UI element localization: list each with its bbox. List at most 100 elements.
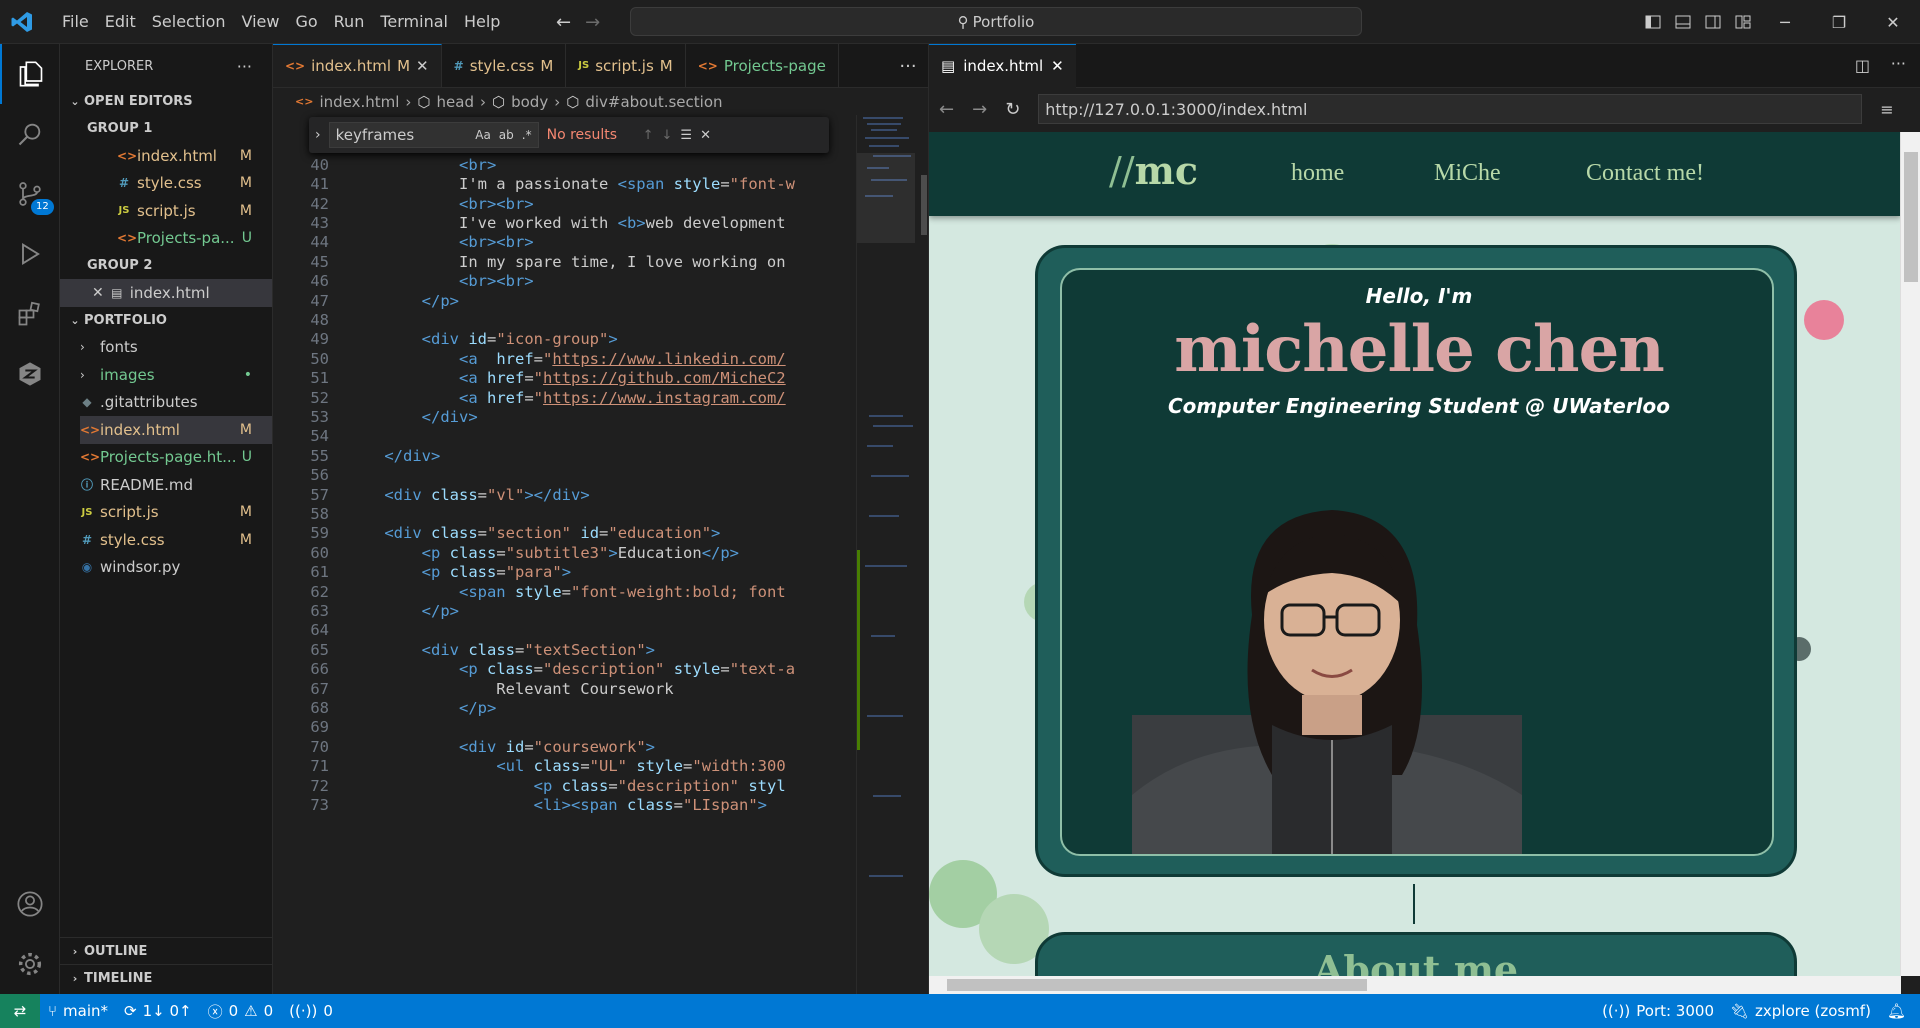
branch-status[interactable]: ⑂ main* (40, 994, 116, 1028)
tree-file[interactable]: <> index.html M (80, 416, 272, 444)
extensions-icon[interactable] (0, 284, 60, 344)
group2-header[interactable]: GROUP 2 (60, 252, 272, 279)
site-logo[interactable]: //mc (1109, 148, 1198, 193)
code-line[interactable]: <br><br> (347, 195, 534, 213)
code-line[interactable]: <br><br> (347, 272, 534, 290)
horizontal-scrollbar[interactable] (929, 976, 1901, 994)
code-line[interactable]: </p> (347, 292, 459, 310)
nav-contact-link[interactable]: Contact me! (1586, 160, 1704, 187)
open-editor-item[interactable]: ✕ ▤ index.html (60, 279, 272, 307)
close-icon[interactable]: ✕ (92, 285, 104, 301)
problems-status[interactable]: ⓧ 0 ⚠ 0 (200, 994, 282, 1028)
zowe-explorer-icon[interactable] (0, 344, 60, 404)
tree-file[interactable]: <> Projects-page.ht... U (80, 444, 272, 472)
back-arrow-icon[interactable]: ← (939, 99, 954, 120)
code-line[interactable]: <a href="https://www.linkedin.com/ (347, 350, 786, 368)
code-line[interactable]: <a href="https://github.com/MicheC2 (347, 369, 786, 387)
code-line[interactable]: </p> (347, 699, 496, 717)
match-case-icon[interactable]: Aa (475, 128, 491, 142)
code-line[interactable]: <li><span class="LIspan"> (347, 796, 767, 814)
menu-icon[interactable]: ≡ (1880, 100, 1893, 119)
toggle-panel-icon[interactable] (1668, 0, 1698, 44)
code-area[interactable]: 38 <p class="subtitle3">About me</p>39 <… (273, 115, 928, 994)
code-line[interactable]: I'm a passionate <span style="font-w (347, 175, 795, 193)
previous-match-icon[interactable]: ↑ (643, 128, 654, 143)
tab-projects-page[interactable]: <> Projects-page (686, 44, 839, 87)
menu-selection[interactable]: Selection (144, 0, 234, 44)
find-in-selection-icon[interactable]: ☰ (680, 128, 692, 143)
minimize-icon[interactable]: ─ (1758, 0, 1812, 44)
notifications-bell-icon[interactable]: 🔔︎ (1879, 994, 1920, 1028)
code-line[interactable]: <br> (347, 156, 496, 174)
live-server-status[interactable]: ((·)) Port: 3000 (1594, 994, 1722, 1028)
back-arrow-icon[interactable]: ← (556, 12, 571, 33)
code-line[interactable]: In my spare time, I love working on (347, 253, 786, 271)
url-input[interactable]: http://127.0.0.1:3000/index.html (1038, 94, 1863, 124)
tree-file[interactable]: ◉ windsor.py (80, 554, 272, 582)
tree-file[interactable]: # style.css M (80, 526, 272, 554)
breadcrumb-item[interactable]: body (511, 93, 548, 111)
nav-miche-link[interactable]: MiChe (1434, 160, 1501, 187)
open-editor-item[interactable]: # style.css M (117, 170, 272, 198)
open-editor-item[interactable]: JS script.js M (117, 197, 272, 225)
code-line[interactable]: I've worked with <b>web development (347, 214, 786, 232)
breadcrumb-item[interactable]: div#about.section (585, 93, 722, 111)
code-line[interactable]: <div class="textSection"> (347, 641, 655, 659)
menu-file[interactable]: File (54, 0, 97, 44)
more-actions-icon[interactable]: ··· (1891, 54, 1906, 73)
code-line[interactable]: </p> (347, 602, 459, 620)
toggle-primary-sidebar-icon[interactable] (1638, 0, 1668, 44)
close-icon[interactable]: ✕ (1051, 57, 1064, 75)
open-editor-item[interactable]: <> Projects-pa... U (117, 225, 272, 253)
split-editor-icon[interactable]: ◫ (1855, 56, 1870, 75)
close-icon[interactable]: ✕ (416, 57, 429, 75)
accounts-icon[interactable] (0, 874, 60, 934)
zowe-profile-status[interactable]: 🔌︎ zxplore (zosmf) (1722, 994, 1879, 1028)
search-icon[interactable] (0, 104, 60, 164)
timeline-section[interactable]: › TIMELINE (60, 964, 273, 991)
code-line[interactable]: </div> (347, 408, 478, 426)
next-match-icon[interactable]: ↓ (662, 128, 673, 143)
tree-folder-images[interactable]: › images • (80, 361, 272, 389)
sync-status[interactable]: ⟳ 1↓ 0↑ (116, 994, 200, 1028)
code-line[interactable]: <p class="description" style="text-a (347, 660, 795, 678)
code-line[interactable]: <p class="description" styl (347, 777, 786, 795)
group1-header[interactable]: GROUP 1 (60, 115, 272, 142)
chevron-right-icon[interactable]: › (315, 127, 321, 143)
tab-preview-index[interactable]: ▤ index.html ✕ (929, 43, 1076, 88)
code-line[interactable]: Relevant Coursework (347, 680, 673, 698)
tree-file[interactable]: JS script.js M (80, 499, 272, 527)
match-word-icon[interactable]: ab (499, 128, 514, 142)
code-line[interactable]: <a href="https://www.instagram.com/ (347, 389, 786, 407)
menu-help[interactable]: Help (456, 0, 508, 44)
explorer-icon[interactable] (0, 44, 60, 104)
more-actions-icon[interactable]: ··· (888, 44, 928, 87)
code-line[interactable]: <ul class="UL" style="width:300 (347, 757, 785, 775)
code-line[interactable]: <div id="coursework"> (347, 738, 655, 756)
forward-arrow-icon[interactable]: → (972, 99, 987, 120)
open-editor-item[interactable]: <> index.html M (117, 142, 272, 170)
command-center[interactable]: ⚲ Portfolio (630, 7, 1362, 36)
breadcrumb-item[interactable]: index.html (319, 93, 399, 111)
minimap[interactable] (856, 115, 928, 994)
code-line[interactable]: <div class="vl"></div> (347, 486, 589, 504)
tree-file[interactable]: ◆ .gitattributes (80, 389, 272, 417)
nav-home-link[interactable]: home (1291, 160, 1344, 187)
code-line[interactable]: <div class="section" id="education"> (347, 524, 720, 542)
remote-icon[interactable]: ⇄ (0, 994, 40, 1028)
run-debug-icon[interactable] (0, 224, 60, 284)
menu-terminal[interactable]: Terminal (372, 0, 456, 44)
menu-view[interactable]: View (234, 0, 288, 44)
ports-status[interactable]: ((·)) 0 (281, 994, 341, 1028)
reload-icon[interactable]: ↻ (1005, 99, 1020, 120)
menu-edit[interactable]: Edit (97, 0, 144, 44)
open-editors-section[interactable]: ⌄ OPEN EDITORS (60, 88, 272, 115)
toggle-secondary-sidebar-icon[interactable] (1698, 0, 1728, 44)
breadcrumb-item[interactable]: head (437, 93, 474, 111)
code-line[interactable]: <div id="icon-group"> (347, 330, 618, 348)
menu-run[interactable]: Run (326, 0, 373, 44)
restore-icon[interactable]: ❐ (1812, 0, 1866, 44)
tab-style-css[interactable]: # style.css M (442, 44, 567, 87)
settings-gear-icon[interactable] (0, 934, 60, 994)
source-control-icon[interactable]: 12 (0, 164, 60, 224)
